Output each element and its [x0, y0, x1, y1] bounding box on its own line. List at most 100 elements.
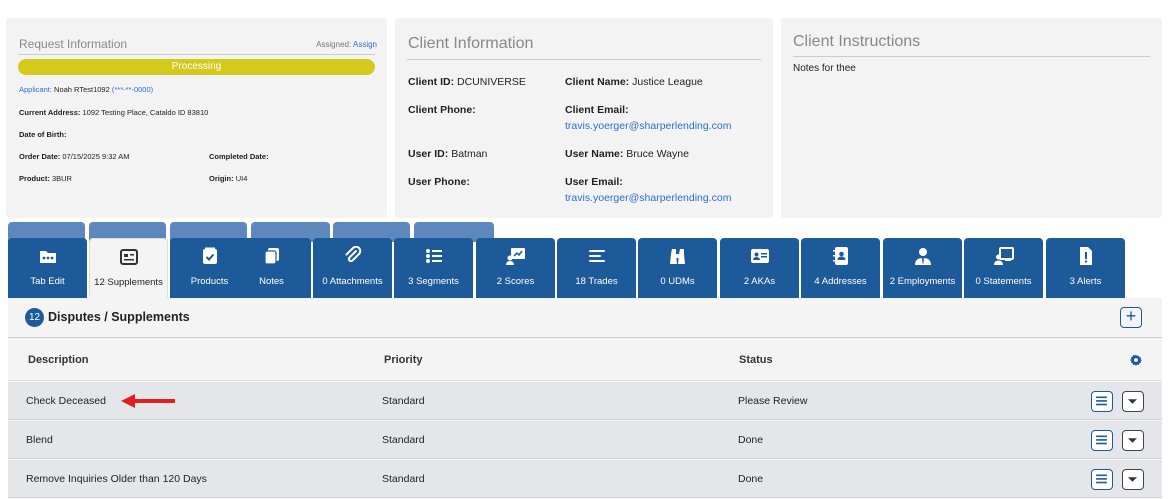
client-id-value: DCUNIVERSE — [457, 76, 526, 88]
list-icon — [1096, 474, 1107, 484]
user-id-value: Batman — [451, 148, 488, 160]
client-email-field: Client Email: travis.yoerger@sharperlend… — [565, 104, 731, 132]
dropdown-button[interactable] — [1122, 469, 1144, 490]
gear-icon[interactable] — [1130, 354, 1142, 366]
red-arrow-annotation-icon — [121, 394, 175, 408]
tab-employments[interactable]: 2 Employments — [883, 238, 962, 298]
tab-label: 2 Scores — [496, 276, 535, 287]
count-badge: 12 — [25, 308, 44, 327]
list-icon — [1096, 435, 1107, 445]
binoculars-icon — [669, 249, 685, 264]
row-description: Blend — [26, 434, 53, 446]
supplements-panel: 12 Disputes / Supplements + Description … — [8, 298, 1162, 499]
applicant-ssn[interactable]: (***-**-0000) — [112, 85, 153, 94]
details-button[interactable] — [1091, 430, 1113, 451]
divider — [793, 56, 1150, 57]
dots-icon — [39, 251, 56, 263]
panel-title: Disputes / Supplements — [48, 310, 190, 324]
applicant-name: Noah RTest1092 — [54, 85, 110, 94]
dropdown-button[interactable] — [1122, 391, 1144, 412]
address-value: 1092 Testing Place, Cataldo ID 83810 — [82, 108, 209, 117]
table-row[interactable]: Remove Inquiries Older than 120 Days Sta… — [8, 460, 1162, 498]
completed-date-row: Completed Date: — [209, 152, 269, 161]
tab-label: 2 Employments — [889, 276, 956, 287]
dropdown-button[interactable] — [1122, 430, 1144, 451]
order-date-row: Order Date: 07/15/2025 9:32 AM — [19, 152, 130, 161]
tab-statements[interactable]: 0 Statements — [964, 238, 1043, 298]
client-name-field: Client Name: Justice League — [565, 76, 703, 88]
tab-label: 12 Supplements — [94, 277, 163, 288]
tab-akas[interactable]: 2 AKAs — [720, 238, 799, 298]
add-button[interactable]: + — [1120, 307, 1142, 328]
client-name-label: Client Name: — [565, 76, 630, 88]
tab-label: Notes — [259, 276, 284, 287]
user-email-field: User Email: travis.yoerger@sharperlendin… — [565, 176, 731, 204]
tab-label: 3 Alerts — [1069, 276, 1102, 287]
tab-tab-edit[interactable]: Tab Edit — [8, 238, 87, 298]
address-card-icon — [750, 249, 769, 263]
details-button[interactable] — [1091, 391, 1113, 412]
tab-label: 0 Attachments — [322, 276, 383, 287]
tab-trades[interactable]: 18 Trades — [557, 238, 636, 298]
paperclip-icon — [345, 246, 361, 263]
tab-label: Tab Edit — [30, 276, 65, 287]
column-description[interactable]: Description — [28, 354, 89, 366]
row-priority: Standard — [382, 473, 425, 485]
tab-label: 0 Statements — [975, 276, 1032, 287]
user-name-field: User Name: Bruce Wayne — [565, 148, 689, 160]
user-id-field: User ID: Batman — [408, 148, 487, 160]
tab-supplements[interactable]: 12 Supplements — [89, 238, 168, 300]
user-id-label: User ID: — [408, 148, 449, 160]
row-status: Please Review — [738, 395, 808, 407]
tab-udms[interactable]: 0 UDMs — [638, 238, 717, 298]
row-status: Done — [738, 434, 764, 446]
divider — [407, 59, 761, 60]
user-email-link[interactable]: travis.yoerger@sharperlending.com — [565, 192, 731, 204]
address-book-icon — [832, 247, 848, 265]
column-status[interactable]: Status — [739, 354, 773, 366]
panel-header: 12 Disputes / Supplements + — [8, 298, 1162, 338]
client-id-field: Client ID: DCUNIVERSE — [408, 76, 526, 88]
tab-segments[interactable]: 3 Segments — [394, 238, 473, 298]
box-check-icon — [202, 247, 217, 264]
tab-attachments[interactable]: 0 Attachments — [313, 238, 392, 298]
client-name-value: Justice League — [632, 76, 703, 88]
list-icon — [425, 249, 442, 263]
client-email-link[interactable]: travis.yoerger@sharperlending.com — [565, 120, 731, 132]
assigned-label: Assigned: — [316, 40, 352, 49]
tab-addresses[interactable]: 4 Addresses — [801, 238, 880, 298]
status-bar: Processing — [18, 59, 375, 75]
origin-label: Origin: — [209, 174, 234, 183]
table-row[interactable]: Check Deceased Standard Please Review — [8, 382, 1162, 420]
tab-scores[interactable]: 2 Scores — [476, 238, 555, 298]
assigned-row: Assigned: Assign — [316, 40, 377, 49]
divider — [18, 54, 375, 55]
user-phone-label: User Phone: — [408, 176, 470, 188]
table-row[interactable]: Blend Standard Done — [8, 421, 1162, 459]
chalkboard-user-icon — [993, 247, 1014, 265]
completed-date-label: Completed Date: — [209, 152, 269, 161]
tab-notes[interactable]: Notes — [232, 238, 311, 298]
file-alert-icon — [1079, 247, 1092, 265]
address-row: Current Address: 1092 Testing Place, Cat… — [19, 108, 208, 117]
tab-label: 0 UDMs — [660, 276, 695, 287]
address-label: Current Address: — [19, 108, 81, 117]
client-phone-field: Client Phone: — [408, 104, 476, 116]
chevron-down-icon — [1128, 438, 1137, 443]
applicant-label: Applicant: — [19, 85, 52, 94]
user-name-label: User Name: — [565, 148, 624, 160]
origin-value: UI4 — [235, 174, 248, 183]
row-priority: Standard — [382, 395, 425, 407]
user-tie-icon — [914, 248, 931, 265]
client-info-title: Client Information — [408, 35, 534, 52]
tab-label: 2 AKAs — [743, 276, 776, 287]
row-status: Done — [738, 473, 764, 485]
client-instructions-title: Client Instructions — [793, 33, 921, 50]
request-information-card: Request Information Assigned: Assign Pro… — [6, 18, 387, 218]
tab-alerts[interactable]: 3 Alerts — [1046, 238, 1125, 298]
assign-link[interactable]: Assign — [353, 40, 377, 49]
tab-label: 3 Segments — [408, 276, 459, 287]
details-button[interactable] — [1091, 469, 1113, 490]
column-priority[interactable]: Priority — [384, 354, 423, 366]
client-email-label: Client Email: — [565, 104, 629, 116]
